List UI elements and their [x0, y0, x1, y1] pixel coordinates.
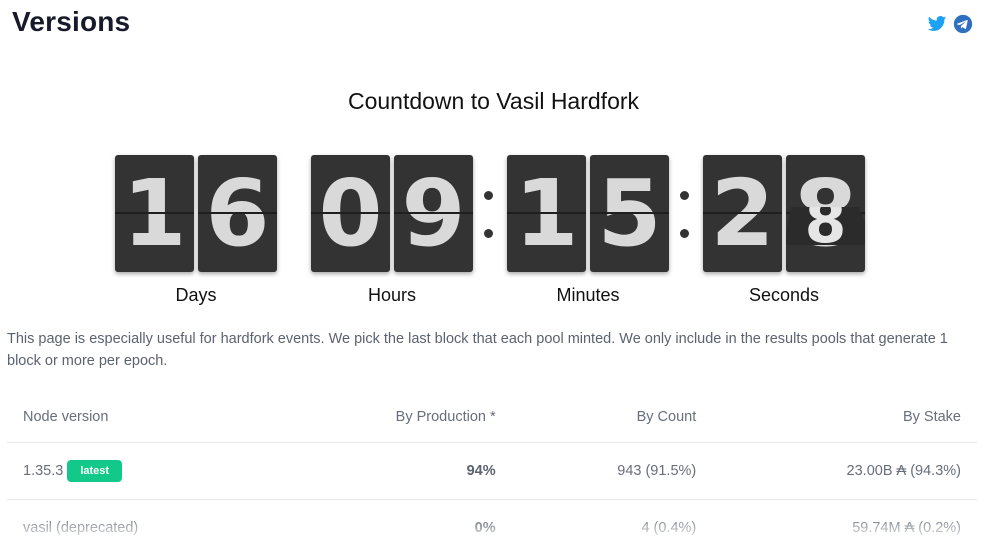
colon-separator: [483, 191, 493, 241]
cell-by-stake: 23.00B ₳ (94.3%): [712, 442, 977, 500]
telegram-icon[interactable]: [953, 14, 973, 34]
table-header-row: Node version By Production * By Count By…: [7, 392, 977, 443]
social-links: [927, 14, 973, 34]
column-header-by-production[interactable]: By Production *: [273, 392, 512, 443]
column-header-by-stake[interactable]: By Stake: [712, 392, 977, 443]
column-header-node-version[interactable]: Node version: [7, 392, 274, 443]
page-title: Versions: [12, 6, 131, 37]
column-header-by-count[interactable]: By Count: [511, 392, 713, 443]
countdown-minutes: 1 5 Minutes: [507, 155, 669, 306]
digit-card: 6: [198, 155, 277, 272]
digit-card: 1: [115, 155, 194, 272]
digit-card: 0: [311, 155, 390, 272]
digit-card: 1: [507, 155, 586, 272]
digit-card: 9: [394, 155, 473, 272]
cell-node-version: 1.35.3 latest: [7, 442, 274, 500]
digit-card-flipping: 8 8: [786, 155, 865, 272]
digit-card: 5: [590, 155, 669, 272]
table-row: 1.35.3 latest 94% 943 (91.5%) 23.00B ₳ (9…: [7, 442, 977, 500]
bottom-fade: [0, 515, 987, 541]
digit-card: 2: [703, 155, 782, 272]
cell-by-count: 943 (91.5%): [511, 442, 713, 500]
countdown-title: Countdown to Vasil Hardfork: [347, 88, 640, 114]
latest-badge: latest: [67, 459, 123, 482]
page-description: This page is especially useful for hardf…: [7, 331, 948, 369]
countdown-seconds: 2 8 8 Seconds: [703, 155, 865, 306]
colon-separator: [679, 191, 689, 241]
countdown-timer: 1 6 Days 0 9 Hours 1 5 Minutes 2 8 8 Sec…: [0, 155, 987, 305]
countdown-label-hours: Hours: [367, 285, 416, 305]
cell-by-production: 94%: [273, 442, 512, 500]
countdown-hours: 0 9 Hours: [311, 155, 473, 306]
countdown-label-minutes: Minutes: [556, 285, 620, 305]
countdown-days: 1 6 Days: [115, 155, 277, 306]
twitter-icon[interactable]: [927, 14, 947, 34]
countdown-label-days: Days: [175, 285, 217, 305]
countdown-label-seconds: Seconds: [748, 285, 820, 305]
flip-flap: 8: [786, 207, 865, 245]
